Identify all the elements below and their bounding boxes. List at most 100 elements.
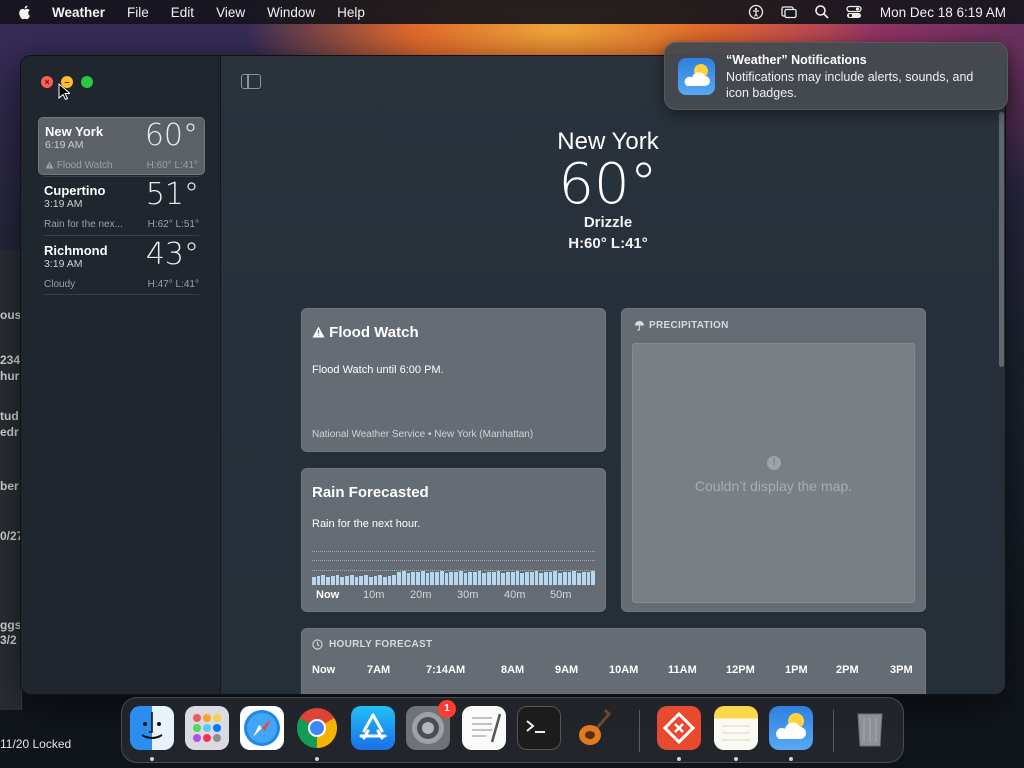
spotlight-search-icon[interactable] bbox=[814, 4, 830, 20]
trash-icon[interactable] bbox=[848, 706, 892, 750]
city-time: 3:19 AM bbox=[44, 258, 83, 270]
rain-bar bbox=[520, 573, 525, 585]
weather-icon[interactable] bbox=[769, 706, 813, 750]
finder-icon[interactable] bbox=[130, 706, 174, 750]
city-sidebar: × – New York 6:19 AM 60° Flood Watch H:6… bbox=[21, 56, 221, 694]
flood-watch-text: Flood Watch until 6:00 PM. bbox=[312, 364, 444, 376]
app-store-icon[interactable] bbox=[351, 706, 395, 750]
background-locked-text: 11/20 Locked bbox=[0, 737, 72, 751]
hour-label: 9AM bbox=[555, 664, 579, 676]
menu-view[interactable]: View bbox=[216, 5, 245, 20]
notes-icon[interactable] bbox=[714, 706, 758, 750]
vertical-scrollbar[interactable] bbox=[999, 112, 1004, 367]
accessibility-icon[interactable] bbox=[748, 4, 764, 20]
rain-bar bbox=[449, 572, 454, 585]
precipitation-card[interactable]: PRECIPITATION ! Couldn’t display the map… bbox=[621, 308, 926, 612]
hour-label: 11AM bbox=[668, 664, 697, 676]
flood-watch-title: Flood Watch bbox=[312, 324, 419, 341]
window-zoom-button[interactable] bbox=[81, 76, 93, 88]
hour-label: Now bbox=[312, 664, 336, 676]
background-text-fragment: ber bbox=[0, 479, 19, 493]
notification-body: Notifications may include alerts, sounds… bbox=[726, 70, 974, 100]
flood-watch-source[interactable]: National Weather Service • New York (Man… bbox=[312, 429, 533, 440]
flood-watch-card[interactable]: Flood Watch Flood Watch until 6:00 PM. N… bbox=[301, 308, 606, 452]
rain-bar bbox=[506, 572, 510, 585]
rain-bar bbox=[368, 576, 373, 585]
weather-window: × – New York 6:19 AM 60° Flood Watch H:6… bbox=[20, 55, 1006, 695]
hour-label: 7AM bbox=[367, 664, 391, 676]
rain-bar bbox=[553, 570, 558, 585]
rain-bar bbox=[591, 570, 596, 585]
menu-help[interactable]: Help bbox=[337, 5, 365, 20]
background-text-fragment: 3/2 bbox=[0, 633, 17, 647]
rain-bar bbox=[487, 572, 491, 585]
rain-forecast-card[interactable]: Rain Forecasted Rain for the next hour. … bbox=[301, 468, 606, 612]
system-settings-icon[interactable]: 1 bbox=[406, 700, 456, 750]
rain-bar bbox=[439, 570, 444, 585]
city-name: Richmond bbox=[44, 243, 108, 258]
apple-menu-icon[interactable] bbox=[16, 3, 34, 21]
background-text-fragment: 234 bbox=[0, 353, 21, 367]
rain-bar bbox=[562, 572, 567, 585]
menu-app-name[interactable]: Weather bbox=[52, 5, 105, 20]
rain-axis-label: 20m bbox=[410, 589, 432, 601]
hour-label: 7:14AM bbox=[426, 664, 466, 676]
sidebar-toggle-icon[interactable] bbox=[241, 74, 261, 89]
info-icon: ! bbox=[767, 456, 781, 470]
rain-bar bbox=[586, 571, 591, 585]
menu-bar-clock[interactable]: Mon Dec 18 6:19 AM bbox=[880, 5, 1006, 20]
terminal-icon[interactable] bbox=[517, 706, 561, 750]
menu-window[interactable]: Window bbox=[267, 5, 315, 20]
hourly-forecast-header: HOURLY FORECAST bbox=[312, 639, 432, 650]
rain-bar bbox=[529, 571, 534, 585]
city-divider bbox=[44, 294, 199, 295]
rain-bar bbox=[335, 574, 340, 585]
control-center-icon[interactable] bbox=[846, 4, 862, 20]
city-name: New York bbox=[45, 124, 104, 139]
city-item-richmond[interactable]: Richmond 3:19 AM 43° Cloudy H:47° L:41° bbox=[38, 237, 205, 295]
city-condition: Rain for the nex... bbox=[44, 219, 123, 230]
remote-desktop-icon[interactable] bbox=[657, 706, 701, 750]
menu-file[interactable]: File bbox=[127, 5, 149, 20]
weather-main-panel: New York 60° Drizzle H:60° L:41° Flood W… bbox=[221, 56, 1005, 694]
rain-bar bbox=[581, 572, 586, 585]
city-item-cupertino[interactable]: Cupertino 3:19 AM 51° Rain for the nex..… bbox=[38, 177, 205, 235]
precipitation-map[interactable]: ! Couldn’t display the map. bbox=[632, 343, 915, 603]
safari-icon[interactable] bbox=[240, 706, 284, 750]
screen-mirroring-icon[interactable] bbox=[780, 4, 798, 20]
hourly-forecast-header-text: HOURLY FORECAST bbox=[329, 639, 433, 650]
hour-label: 10AM bbox=[609, 664, 639, 676]
launchpad-icon[interactable] bbox=[185, 706, 229, 750]
umbrella-icon bbox=[634, 320, 645, 331]
rain-bar bbox=[463, 573, 468, 585]
running-indicator bbox=[150, 757, 154, 761]
rain-bar bbox=[501, 573, 506, 585]
rain-bar bbox=[468, 572, 472, 585]
rain-bar bbox=[482, 573, 487, 585]
city-item-new-york[interactable]: New York 6:19 AM 60° Flood Watch H:60° L… bbox=[38, 117, 205, 175]
notification-badge: 1 bbox=[438, 700, 456, 718]
rain-bar bbox=[326, 576, 330, 585]
rain-bar bbox=[444, 573, 449, 585]
garageband-icon[interactable] bbox=[573, 706, 617, 750]
window-close-button[interactable]: × bbox=[41, 76, 53, 88]
rain-bar bbox=[378, 574, 383, 585]
background-window: ous 234 hurs tud edr ber 0/27 ggs 3/2 bbox=[0, 250, 22, 710]
chrome-icon[interactable] bbox=[295, 706, 339, 750]
rain-bar bbox=[416, 571, 420, 585]
textedit-icon[interactable] bbox=[462, 706, 506, 750]
background-text-fragment: tud bbox=[0, 409, 19, 423]
rain-forecast-text: Rain for the next hour. bbox=[312, 518, 421, 530]
rain-bar bbox=[558, 573, 562, 585]
rain-bar bbox=[345, 575, 349, 585]
current-condition: Drizzle bbox=[583, 214, 633, 231]
precipitation-header-text: PRECIPITATION bbox=[649, 320, 729, 331]
notification-banner[interactable]: “Weather” Notifications Notifications ma… bbox=[664, 42, 1008, 110]
menu-edit[interactable]: Edit bbox=[171, 5, 194, 20]
hourly-forecast-card[interactable]: HOURLY FORECAST Now 7AM 7:14AM 8AM 9AM 1… bbox=[301, 628, 926, 694]
rain-axis-label: 50m bbox=[550, 589, 572, 601]
rain-bar bbox=[364, 574, 368, 585]
city-condition: Cloudy bbox=[44, 279, 76, 290]
rain-bar bbox=[387, 575, 392, 585]
rain-bar bbox=[491, 571, 496, 585]
